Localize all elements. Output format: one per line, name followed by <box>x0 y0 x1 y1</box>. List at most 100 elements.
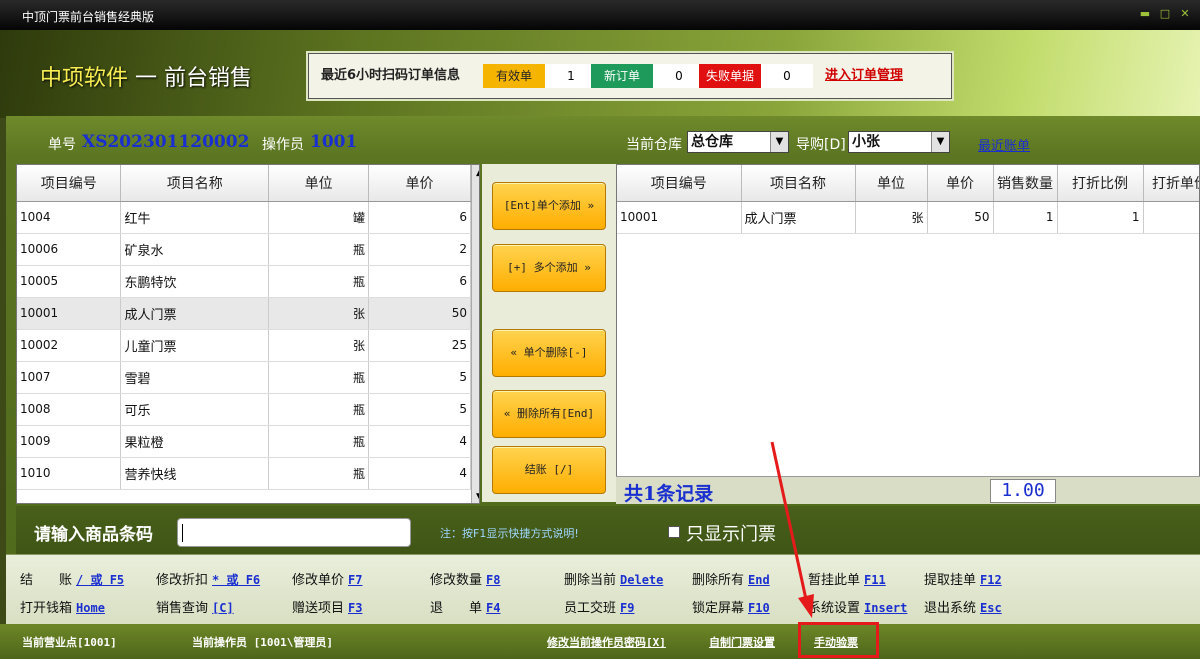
table-cell <box>1143 201 1199 234</box>
shortcut-key[interactable]: [C] <box>212 601 234 615</box>
table-row[interactable]: 1007 雪碧瓶 5 <box>17 361 471 394</box>
cart-col-code[interactable]: 项目编号 <box>617 165 742 202</box>
shortcut-key[interactable]: Home <box>76 601 105 615</box>
table-row[interactable]: 10005 东鹏特饮瓶 6 <box>17 265 471 298</box>
table-cell: 5 <box>368 361 471 394</box>
chevron-down-icon[interactable]: ▼ <box>770 132 788 152</box>
table-row[interactable]: 10001 成人门票张 50 1 1 <box>617 201 1199 234</box>
shortcut-key[interactable]: * 或 F6 <box>212 573 260 587</box>
change-password-link[interactable]: 修改当前操作员密码[X] <box>547 634 666 650</box>
shortcut-key[interactable]: F7 <box>348 573 362 587</box>
product-col-code[interactable]: 项目编号 <box>17 165 122 202</box>
product-scrollbar[interactable]: ▲ ▼ <box>471 165 479 503</box>
shortcut-key[interactable]: F11 <box>864 573 886 587</box>
product-col-unit[interactable]: 单位 <box>268 165 370 202</box>
table-cell: 张 <box>855 201 928 234</box>
product-header-row: 项目编号 项目名称 单位 单价 <box>17 165 471 202</box>
checkout-button[interactable]: 结账 [/] <box>492 446 606 494</box>
highlight-box <box>798 622 879 658</box>
only-tickets-checkbox[interactable] <box>668 526 680 538</box>
shortcut-item[interactable]: 系统设置 Insert <box>808 597 907 616</box>
table-row[interactable]: 1008 可乐瓶 5 <box>17 393 471 426</box>
recent-bills-link[interactable]: 最近账单 <box>978 135 1030 154</box>
shortcut-item[interactable]: 销售查询 [C] <box>156 597 234 616</box>
table-row[interactable]: 1010 营养快线瓶 4 <box>17 457 471 490</box>
cart-table: 项目编号 项目名称 单位 单价 销售数量 打折比例 打折单价 10001成人门票… <box>616 164 1200 504</box>
table-row[interactable]: 1004 红牛罐 6 <box>17 201 471 234</box>
shortcut-key[interactable]: End <box>748 573 770 587</box>
table-row[interactable]: 10001 成人门票张 50 <box>17 297 471 330</box>
new-orders-count: 0 <box>653 64 705 88</box>
cart-col-discount-price[interactable]: 打折单价 <box>1143 165 1199 202</box>
operator-value: 1001 <box>310 132 358 152</box>
only-tickets-label[interactable]: 只显示门票 <box>686 520 776 546</box>
shortcut-label: 销售查询 <box>156 601 209 616</box>
shortcut-item[interactable]: 锁定屏幕 F10 <box>692 597 770 616</box>
cart-col-qty[interactable]: 销售数量 <box>993 165 1058 202</box>
table-cell: 10006 <box>17 233 122 266</box>
failed-orders-count: 0 <box>761 64 813 88</box>
shortcut-label: 暂挂此单 <box>808 573 861 588</box>
shortcut-label: 结 账 <box>20 573 73 588</box>
product-col-price[interactable]: 单价 <box>368 165 471 202</box>
shortcut-label: 员工交班 <box>564 601 617 616</box>
shortcut-key[interactable]: Insert <box>864 601 907 615</box>
order-manage-link[interactable]: 进入订单管理 <box>825 64 903 88</box>
shortcut-item[interactable]: 删除当前 Delete <box>564 569 663 588</box>
scroll-up-icon[interactable]: ▲ <box>472 165 479 181</box>
shortcut-item[interactable]: 修改折扣 * 或 F6 <box>156 569 260 588</box>
shortcut-key[interactable]: F8 <box>486 573 500 587</box>
scroll-down-icon[interactable]: ▼ <box>472 489 479 503</box>
chevron-down-icon[interactable]: ▼ <box>931 132 949 152</box>
cart-col-name[interactable]: 项目名称 <box>741 165 856 202</box>
table-cell: 10001 <box>617 201 742 234</box>
shortcut-item[interactable]: 结 账 / 或 F5 <box>20 569 124 588</box>
shortcut-key[interactable]: F10 <box>748 601 770 615</box>
total-amount: 1.00 <box>990 479 1056 503</box>
product-grid: 项目编号 项目名称 单位 单价 1004 红牛罐 6 10006 矿泉水瓶 2 10005 东… <box>17 165 471 490</box>
shortcut-item[interactable]: 员工交班 F9 <box>564 597 634 616</box>
delete-one-button[interactable]: « 单个删除[-] <box>492 329 606 377</box>
delete-all-button[interactable]: « 删除所有[End] <box>492 390 606 438</box>
table-cell: 瓶 <box>268 233 370 266</box>
shortcut-item[interactable]: 退 单 F4 <box>430 597 500 616</box>
close-icon[interactable]: ✕ <box>1178 7 1192 21</box>
add-one-button[interactable]: [Ent]单个添加 » <box>492 182 606 230</box>
shortcut-item[interactable]: 退出系统 Esc <box>924 597 1002 616</box>
shortcut-key[interactable]: F9 <box>620 601 634 615</box>
table-cell: 1004 <box>17 201 122 234</box>
cart-col-unit[interactable]: 单位 <box>855 165 928 202</box>
shortcut-key[interactable]: Delete <box>620 573 663 587</box>
minimize-icon[interactable]: ▬ <box>1138 7 1152 21</box>
shortcut-key[interactable]: F4 <box>486 601 500 615</box>
table-cell: 儿童门票 <box>120 329 270 362</box>
warehouse-select[interactable]: 总仓库 ▼ <box>687 131 789 153</box>
cart-col-discount[interactable]: 打折比例 <box>1057 165 1144 202</box>
shortcut-item[interactable]: 提取挂单 F12 <box>924 569 1002 588</box>
shortcut-key[interactable]: / 或 F5 <box>76 573 124 587</box>
table-row[interactable]: 1009 果粒橙瓶 4 <box>17 425 471 458</box>
shortcut-key[interactable]: F3 <box>348 601 362 615</box>
shortcut-item[interactable]: 删除所有 End <box>692 569 770 588</box>
maximize-icon[interactable]: □ <box>1158 7 1172 21</box>
guide-value: 小张 <box>852 134 880 150</box>
barcode-label: 请输入商品条码 <box>34 525 153 545</box>
shortcut-key[interactable]: F12 <box>980 573 1002 587</box>
shortcut-item[interactable]: 赠送项目 F3 <box>292 597 362 616</box>
table-row[interactable]: 10006 矿泉水瓶 2 <box>17 233 471 266</box>
cart-col-price[interactable]: 单价 <box>927 165 994 202</box>
shortcut-item[interactable]: 打开钱箱 Home <box>20 597 105 616</box>
shortcut-item[interactable]: 修改单价 F7 <box>292 569 362 588</box>
guide-select[interactable]: 小张 ▼ <box>848 131 950 153</box>
table-row[interactable]: 10002 儿童门票张 25 <box>17 329 471 362</box>
brand-module: 前台销售 <box>164 66 253 91</box>
shortcut-key[interactable]: Esc <box>980 601 1002 615</box>
custom-ticket-link[interactable]: 自制门票设置 <box>709 634 775 650</box>
shortcut-item[interactable]: 修改数量 F8 <box>430 569 500 588</box>
add-many-button[interactable]: [+] 多个添加 » <box>492 244 606 292</box>
shortcut-label: 退 单 <box>430 601 483 616</box>
order-info-bar: 单号 XS202301120002 操作员 1001 当前仓库 总仓库 ▼ 导购… <box>6 116 1200 162</box>
shortcut-item[interactable]: 暂挂此单 F11 <box>808 569 886 588</box>
barcode-input[interactable] <box>177 518 411 547</box>
product-col-name[interactable]: 项目名称 <box>120 165 270 202</box>
